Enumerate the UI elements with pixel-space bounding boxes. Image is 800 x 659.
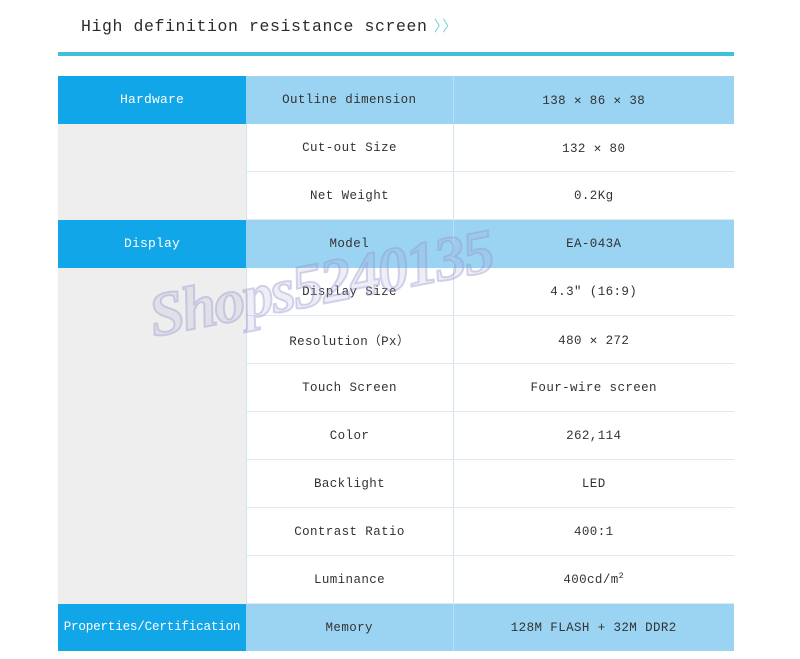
group-spacer-cell [58, 315, 247, 364]
spec-item-cell: Net Weight [246, 171, 454, 220]
spec-table-body: Hardware Outline dimension 138 ✕ 86 ✕ 38 Cu… [58, 76, 734, 651]
group-spacer-cell [58, 507, 247, 556]
chevron-right-icon: 〉〉 [433, 18, 459, 35]
table-row: Display Size 4.3″ (16:9) [58, 267, 734, 316]
table-row: Properties/Certification Memory 128M FLASH… [58, 603, 734, 651]
spec-value-cell: 262,114 [453, 411, 734, 460]
header-divider [58, 52, 734, 56]
group-label-cell: Properties/Certification [58, 603, 246, 651]
page-title: High definition resistance screen 〉〉 [81, 15, 458, 36]
spec-item-cell: Outline dimension [246, 76, 454, 124]
table-row: Net Weight 0.2Kg [58, 171, 734, 220]
table-row: Color 262,114 [58, 411, 734, 460]
table-row: Resolution（Px） 480 ✕ 272 [58, 315, 734, 364]
spec-value-cell: 138 ✕ 86 ✕ 38 [453, 76, 734, 124]
spec-value-cell: EA-043A [453, 219, 734, 268]
group-spacer-cell [58, 171, 247, 220]
spec-item-cell: Display Size [246, 267, 454, 316]
spec-value-cell: 0.2Kg [453, 171, 734, 220]
table-row: Display Model EA-043A [58, 219, 734, 268]
spec-value-cell: 128M FLASH + 32M DDR2 [453, 603, 734, 651]
group-label-cell: Hardware [58, 76, 246, 124]
page-title-text: High definition resistance screen [81, 17, 428, 36]
specification-table: Hardware Outline dimension 138 ✕ 86 ✕ 38 Cu… [58, 76, 734, 651]
table-row: Cut-out Size 132 ✕ 80 [58, 123, 734, 172]
table-row: Backlight LED [58, 459, 734, 508]
spec-item-cell: Model [246, 219, 454, 268]
spec-value-cell: 400cd/m2 [453, 555, 734, 604]
spec-value-cell: LED [453, 459, 734, 508]
spec-value-cell: 400:1 [453, 507, 734, 556]
table-row: Contrast Ratio 400:1 [58, 507, 734, 556]
spec-value-cell: 4.3″ (16:9) [453, 267, 734, 316]
spec-item-cell: Cut-out Size [246, 123, 454, 172]
group-spacer-cell [58, 267, 247, 316]
spec-item-cell: Luminance [246, 555, 454, 604]
spec-item-cell: Resolution（Px） [246, 315, 454, 364]
spec-item-cell: Touch Screen [246, 363, 454, 412]
group-spacer-cell [58, 411, 247, 460]
table-row: Hardware Outline dimension 138 ✕ 86 ✕ 38 [58, 76, 734, 124]
table-row: Luminance 400cd/m2 [58, 555, 734, 604]
spec-value-cell: 132 ✕ 80 [453, 123, 734, 172]
section-header: High definition resistance screen 〉〉 [58, 10, 734, 58]
group-label-cell: Display [58, 219, 246, 268]
group-spacer-cell [58, 555, 247, 604]
page-root: High definition resistance screen 〉〉 Hard… [0, 0, 800, 659]
spec-item-cell: Memory [246, 603, 454, 651]
spec-item-cell: Color [246, 411, 454, 460]
spec-value-cell: 480 ✕ 272 [453, 315, 734, 364]
table-row: Touch Screen Four-wire screen [58, 363, 734, 412]
spec-item-cell: Contrast Ratio [246, 507, 454, 556]
group-spacer-cell [58, 123, 247, 172]
spec-value-cell: Four-wire screen [453, 363, 734, 412]
group-spacer-cell [58, 363, 247, 412]
spec-item-cell: Backlight [246, 459, 454, 508]
group-spacer-cell [58, 459, 247, 508]
